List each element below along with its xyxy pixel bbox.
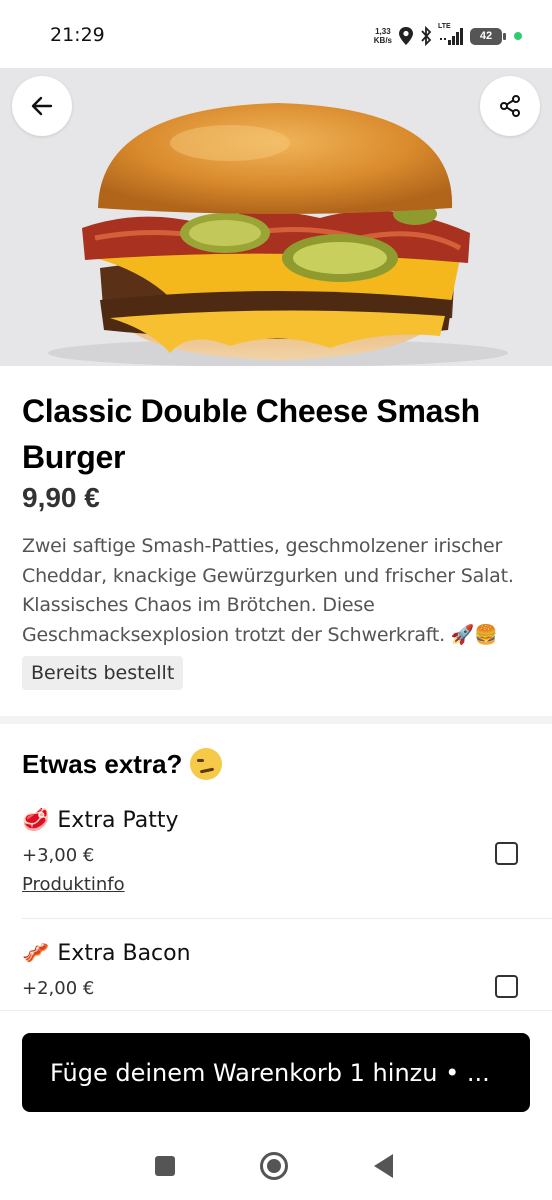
status-time: 21:29 xyxy=(50,24,105,46)
product-title: Classic Double Cheese Smash Burger xyxy=(22,393,480,475)
smirk-emoji-icon xyxy=(190,748,223,780)
back-button[interactable] xyxy=(12,76,72,136)
network-speed-value: 1,33 xyxy=(375,27,391,36)
product-image xyxy=(0,68,552,366)
location-icon xyxy=(399,27,413,45)
recents-button[interactable] xyxy=(155,1156,175,1176)
option-price: +2,00 € xyxy=(22,978,95,999)
product-price: 9,90 € xyxy=(22,482,100,513)
section-divider xyxy=(0,716,552,724)
extra-bacon-checkbox[interactable] xyxy=(495,975,518,998)
option-extra-bacon[interactable]: 🥓 Extra Bacon +2,00 € xyxy=(22,941,532,999)
extras-heading: Etwas extra? xyxy=(22,748,223,780)
bacon-emoji-icon: 🥓 xyxy=(22,941,50,966)
system-nav-bar xyxy=(0,1132,552,1200)
option-label: Extra Bacon xyxy=(57,941,191,966)
battery-icon: 42 xyxy=(470,27,506,45)
network-speed-unit: KB/s xyxy=(373,36,392,45)
option-price: +3,00 € xyxy=(22,845,95,866)
arrow-left-icon xyxy=(31,96,53,116)
signal-icon: LTE xyxy=(438,23,464,47)
option-label: Extra Patty xyxy=(57,808,179,833)
extras-heading-text: Etwas extra? xyxy=(22,748,183,779)
share-button[interactable] xyxy=(480,76,540,136)
option-name: 🥓 Extra Bacon xyxy=(22,941,532,966)
option-extra-patty[interactable]: 🥩 Extra Patty +3,00 € Produktinfo xyxy=(22,808,532,895)
product-info-link[interactable]: Produktinfo xyxy=(22,874,125,895)
privacy-indicator-dot xyxy=(514,32,522,40)
burger-illustration xyxy=(0,68,552,366)
share-icon xyxy=(500,95,520,117)
row-divider xyxy=(22,918,552,919)
add-to-cart-button[interactable]: Füge deinem Warenkorb 1 hinzu • ... xyxy=(22,1033,530,1112)
product-description: Zwei saftige Smash-Patties, geschmolzene… xyxy=(22,535,514,646)
status-bar: 21:29 1,33 KB/s LTE 42 xyxy=(0,0,552,68)
add-to-cart-label: Füge deinem Warenkorb 1 hinzu • ... xyxy=(50,1058,490,1087)
bluetooth-icon xyxy=(421,26,432,46)
system-back-button[interactable] xyxy=(374,1154,393,1178)
already-ordered-badge: Bereits bestellt xyxy=(22,656,184,690)
status-icons: 1,33 KB/s LTE 42 xyxy=(374,22,522,50)
option-name: 🥩 Extra Patty xyxy=(22,808,532,833)
meat-emoji-icon: 🥩 xyxy=(22,808,50,833)
extra-patty-checkbox[interactable] xyxy=(495,842,518,865)
network-speed: 1,33 KB/s xyxy=(374,27,392,45)
home-button[interactable] xyxy=(260,1152,288,1180)
